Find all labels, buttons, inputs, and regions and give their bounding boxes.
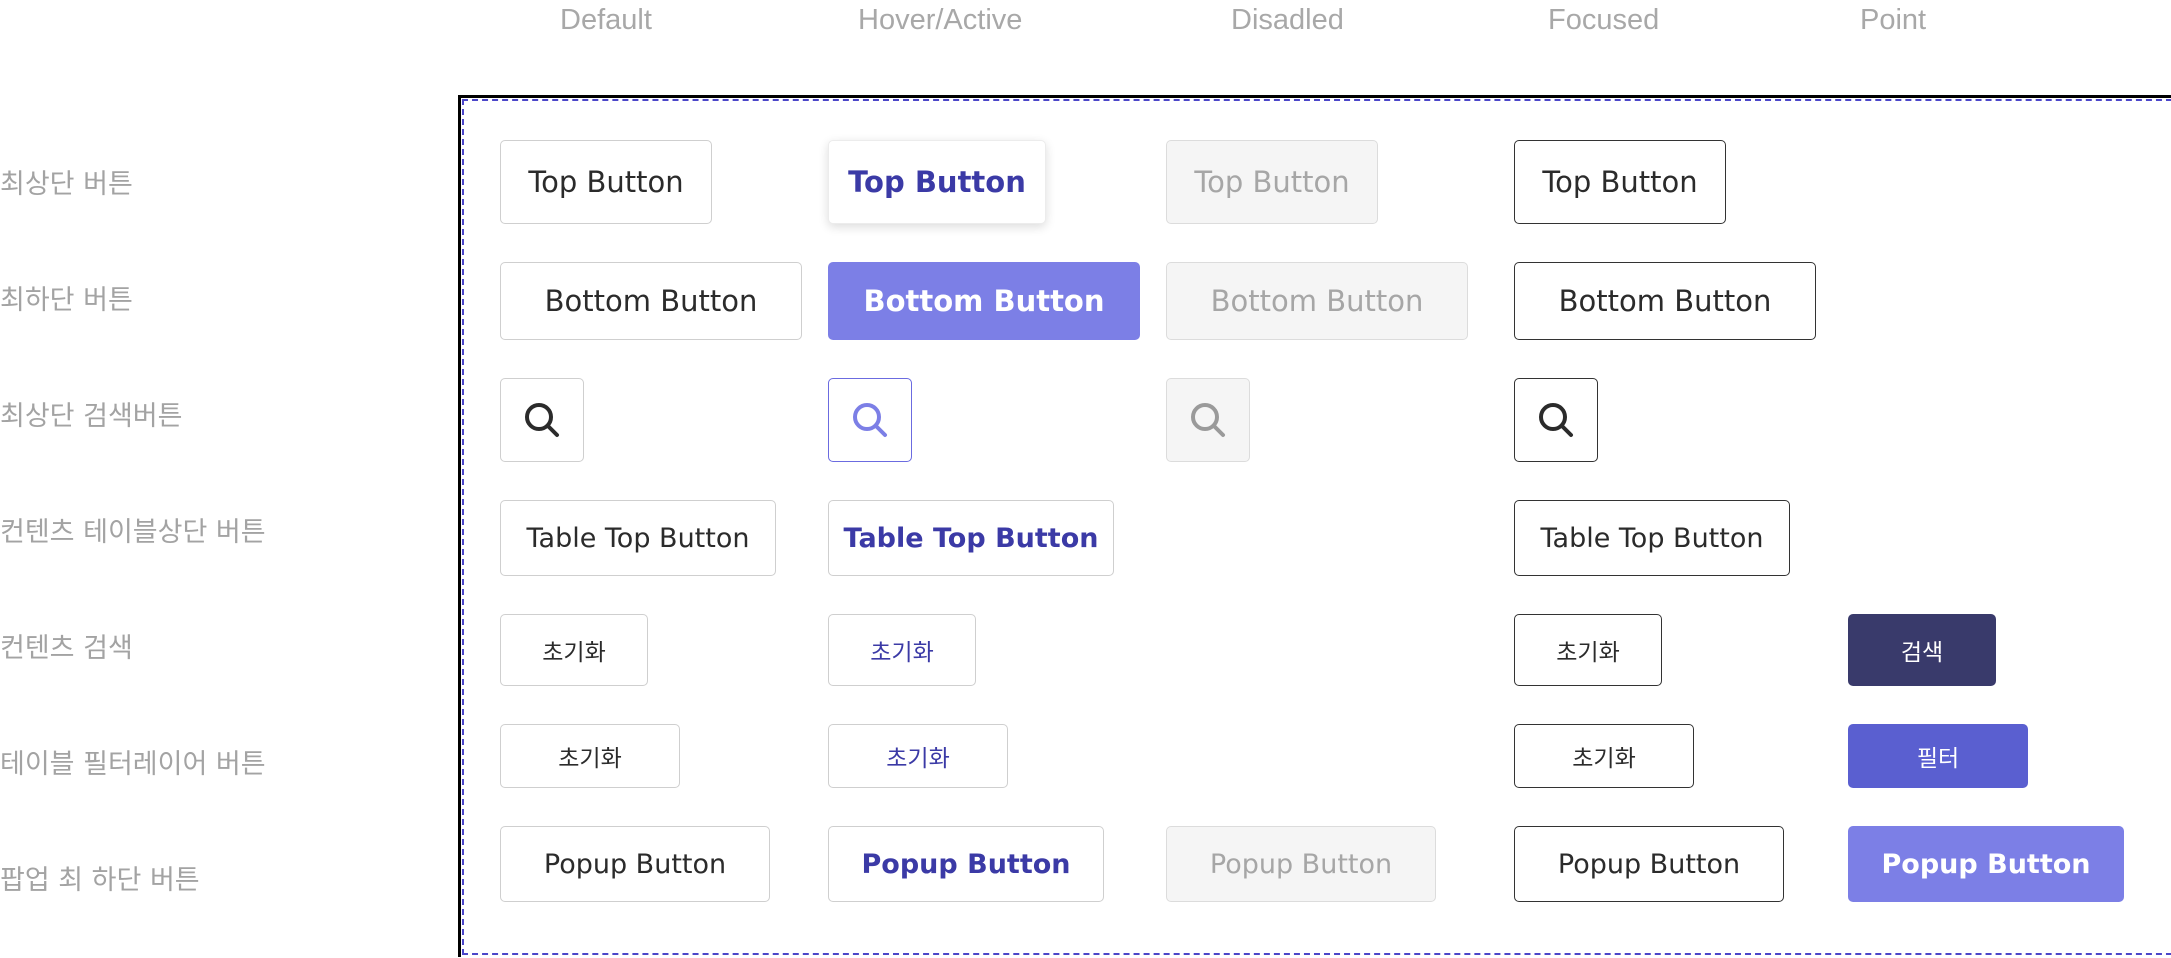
row-label-top-search: 최상단 검색버튼 (0, 401, 183, 432)
row-label-table-top: 컨텐츠 테이블상단 버튼 (0, 517, 266, 548)
popup-button-disabled: Popup Button (1166, 826, 1436, 902)
bottom-button-disabled: Bottom Button (1166, 262, 1468, 340)
table-top-button-focused[interactable]: Table Top Button (1514, 500, 1790, 576)
bottom-button-focused[interactable]: Bottom Button (1514, 262, 1816, 340)
top-search-button-disabled (1166, 378, 1250, 462)
top-button-default[interactable]: Top Button (500, 140, 712, 224)
search-icon (1191, 403, 1225, 437)
row-label-filter-layer: 테이블 필터레이어 버튼 (0, 749, 266, 780)
popup-button-default[interactable]: Popup Button (500, 826, 770, 902)
table-top-button-default[interactable]: Table Top Button (500, 500, 776, 576)
row-label-bottom: 최하단 버튼 (0, 285, 133, 316)
top-search-button-hover[interactable] (828, 378, 912, 462)
search-button-point[interactable]: 검색 (1848, 614, 1996, 686)
reset-button-focused[interactable]: 초기화 (1514, 614, 1662, 686)
top-search-button-focused[interactable] (1514, 378, 1598, 462)
table-top-button-hover[interactable]: Table Top Button (828, 500, 1114, 576)
column-header-hover: Hover/Active (858, 4, 1023, 36)
top-search-button-default[interactable] (500, 378, 584, 462)
search-icon (1539, 403, 1573, 437)
filter-reset-button-focused[interactable]: 초기화 (1514, 724, 1694, 788)
top-button-hover[interactable]: Top Button (828, 140, 1046, 224)
popup-button-point[interactable]: Popup Button (1848, 826, 2124, 902)
search-icon (853, 403, 887, 437)
filter-reset-button-default[interactable]: 초기화 (500, 724, 680, 788)
bottom-button-default[interactable]: Bottom Button (500, 262, 802, 340)
bottom-button-hover[interactable]: Bottom Button (828, 262, 1140, 340)
row-label-top: 최상단 버튼 (0, 169, 133, 200)
column-header-disabled: Disadled (1231, 4, 1344, 36)
popup-button-focused[interactable]: Popup Button (1514, 826, 1784, 902)
filter-button-point[interactable]: 필터 (1848, 724, 2028, 788)
popup-button-hover[interactable]: Popup Button (828, 826, 1104, 902)
reset-button-hover[interactable]: 초기화 (828, 614, 976, 686)
column-header-default: Default (560, 4, 652, 36)
filter-reset-button-hover[interactable]: 초기화 (828, 724, 1008, 788)
column-header-focused: Focused (1548, 4, 1660, 36)
top-button-disabled: Top Button (1166, 140, 1378, 224)
column-header-point: Point (1860, 4, 1927, 36)
row-label-content-search: 컨텐츠 검색 (0, 633, 133, 664)
search-icon (525, 403, 559, 437)
row-label-popup-bottom: 팝업 최 하단 버튼 (0, 865, 200, 896)
reset-button-default[interactable]: 초기화 (500, 614, 648, 686)
top-button-focused[interactable]: Top Button (1514, 140, 1726, 224)
